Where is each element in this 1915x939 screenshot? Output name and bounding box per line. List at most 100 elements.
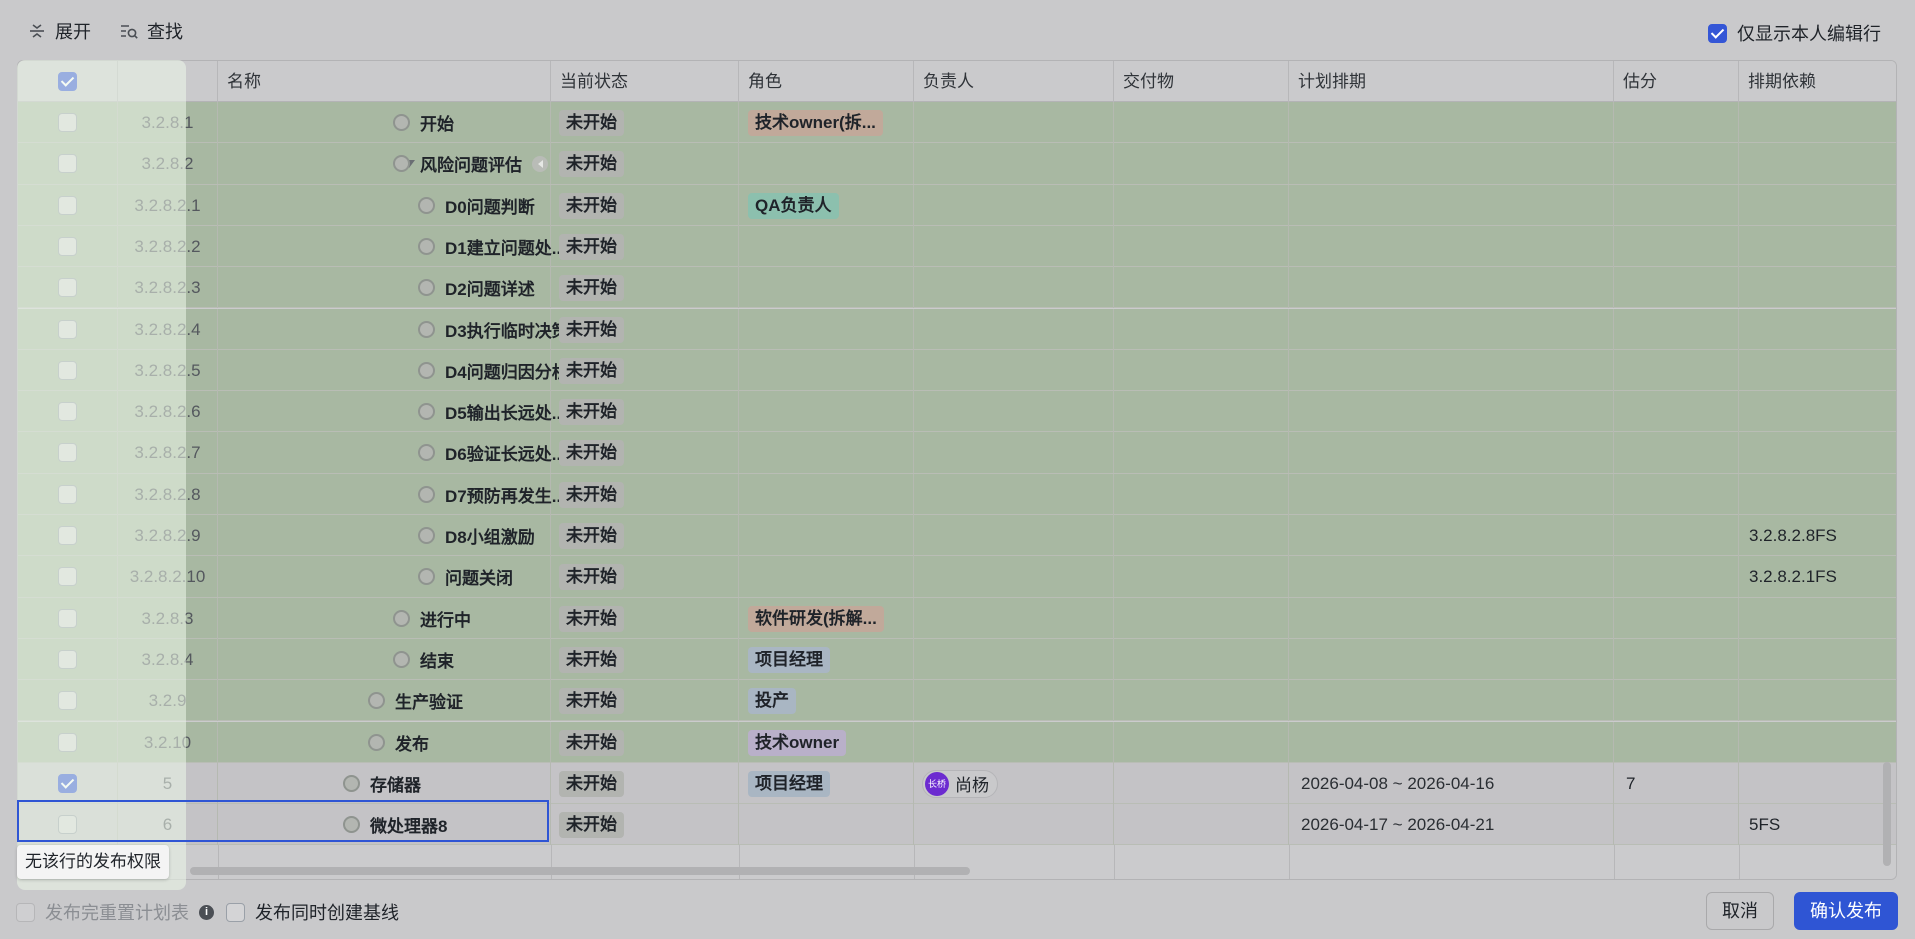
dependency-cell[interactable] [1739,391,1896,432]
table-row[interactable]: 3.2.8.3 进行中 未开始 软件研发(拆解... [18,597,1896,639]
schedule-cell[interactable] [1289,515,1614,556]
select-all-checkbox[interactable] [58,72,77,91]
table-row[interactable]: 5 存储器 未开始 项目经理 长桥 尚杨 2026-04-08 ~ 2026-04-16 7 [18,762,1896,805]
row-checkbox[interactable] [58,113,77,132]
dependency-cell[interactable] [1739,309,1896,350]
name-cell[interactable]: D2问题详述 [218,267,551,309]
role-cell[interactable] [739,225,914,267]
deliverable-cell[interactable] [1114,473,1289,515]
table-row[interactable]: 3.2.8.2.3 D2问题详述 未开始 [18,267,1896,309]
estimate-cell[interactable] [1614,804,1739,846]
dependency-cell[interactable] [1739,763,1896,804]
owner-cell[interactable] [914,721,1114,763]
name-cell[interactable]: D7预防再发生... [218,473,566,515]
dependency-cell[interactable] [1739,102,1896,143]
table-row[interactable]: 3.2.8.2.1 D0问题判断 未开始 QA负责人 [18,184,1896,226]
dependency-cell[interactable] [1739,226,1896,267]
owner-cell[interactable] [914,638,1114,680]
status-cell[interactable]: 未开始 [551,308,739,350]
deliverable-cell[interactable] [1114,102,1289,143]
deliverable-cell[interactable] [1114,762,1289,804]
name-cell[interactable]: 开始 [218,102,551,143]
owner-cell[interactable] [914,473,1114,515]
dependency-cell[interactable] [1739,267,1896,308]
status-cell[interactable]: 未开始 [551,184,739,226]
role-cell[interactable]: QA负责人 [739,184,914,226]
role-cell[interactable] [739,804,914,846]
header-dependency[interactable]: 排期依赖 [1739,61,1896,102]
schedule-cell[interactable]: 2026-04-08 ~ 2026-04-16 [1289,762,1614,804]
row-checkbox[interactable] [58,319,77,339]
reset-plan-option[interactable]: 发布完重置计划表 i [16,899,214,925]
row-checkbox[interactable] [58,278,77,298]
schedule-cell[interactable] [1289,225,1614,267]
status-cell[interactable]: 未开始 [551,638,739,680]
name-cell[interactable]: D4问题归因分析 [218,349,569,391]
dependency-cell[interactable]: 3.2.8.2.8FS [1739,515,1896,556]
row-checkbox[interactable] [58,732,77,752]
row-checkbox[interactable] [58,691,77,711]
schedule-cell[interactable] [1289,721,1614,763]
header-status[interactable]: 当前状态 [551,61,739,102]
estimate-cell[interactable] [1614,556,1739,598]
info-icon[interactable]: i [199,904,214,920]
deliverable-cell[interactable] [1114,597,1289,639]
schedule-cell[interactable] [1289,308,1614,350]
owner-cell[interactable] [914,267,1114,309]
name-cell[interactable]: D0问题判断 [218,184,551,226]
role-cell[interactable] [739,473,914,515]
create-baseline-option[interactable]: 发布同时创建基线 [226,899,399,925]
find-button[interactable]: 查找 [119,18,183,44]
name-cell[interactable]: 问题关闭 [218,556,551,598]
status-cell[interactable]: 未开始 [551,680,739,722]
dependency-cell[interactable] [1739,185,1896,226]
estimate-cell[interactable] [1614,638,1739,680]
status-cell[interactable]: 未开始 [551,225,739,267]
deliverable-cell[interactable] [1114,515,1289,556]
role-cell[interactable]: 投产 [739,680,914,722]
role-cell[interactable] [739,556,914,598]
table-row[interactable]: 3.2.8.2.5 D4问题归因分析 未开始 [18,349,1896,392]
schedule-cell[interactable] [1289,267,1614,309]
estimate-cell[interactable] [1614,184,1739,226]
name-cell[interactable]: 存储器 [218,762,551,804]
dependency-cell[interactable] [1739,722,1896,763]
schedule-cell[interactable] [1289,102,1614,143]
deliverable-cell[interactable] [1114,225,1289,267]
deliverable-cell[interactable] [1114,556,1289,598]
row-checkbox[interactable] [58,608,77,628]
name-cell[interactable]: D8小组激励 [218,515,551,556]
dependency-cell[interactable] [1739,143,1896,184]
role-cell[interactable] [739,432,914,474]
owner-cell[interactable] [914,804,1114,846]
role-cell[interactable]: 项目经理 [739,638,914,680]
task-status-circle-icon[interactable] [343,816,360,834]
schedule-cell[interactable] [1289,143,1614,185]
task-status-circle-icon[interactable] [418,279,435,297]
role-cell[interactable] [739,267,914,309]
header-owner[interactable]: 负责人 [914,61,1114,102]
role-cell[interactable] [739,391,914,433]
deliverable-cell[interactable] [1114,184,1289,226]
role-cell[interactable] [739,308,914,350]
task-status-circle-icon[interactable] [393,650,410,668]
estimate-cell[interactable] [1614,515,1739,556]
deliverable-cell[interactable] [1114,638,1289,680]
estimate-cell[interactable] [1614,391,1739,433]
header-name[interactable]: 名称 [218,61,551,102]
table-row[interactable]: 3.2.8.2.9 D8小组激励 未开始 3.2.8.2.8FS [18,515,1896,557]
task-status-circle-icon[interactable] [418,361,435,379]
name-cell[interactable]: 风险问题评估 [218,143,551,185]
table-row[interactable]: 3.2.8.4 结束 未开始 项目经理 [18,638,1896,681]
role-cell[interactable] [739,515,914,556]
table-row[interactable]: 3.2.8.2.2 D1建立问题处... 未开始 [18,225,1896,268]
task-status-circle-icon[interactable] [343,774,360,792]
estimate-cell[interactable] [1614,432,1739,474]
task-status-circle-icon[interactable] [393,155,410,173]
row-checkbox[interactable] [58,402,77,422]
header-schedule[interactable]: 计划排期 [1289,61,1614,102]
deliverable-cell[interactable] [1114,267,1289,309]
table-row[interactable]: 3.2.9 生产验证 未开始 投产 [18,680,1896,722]
confirm-publish-button[interactable]: 确认发布 [1794,892,1898,930]
deliverable-cell[interactable] [1114,680,1289,722]
